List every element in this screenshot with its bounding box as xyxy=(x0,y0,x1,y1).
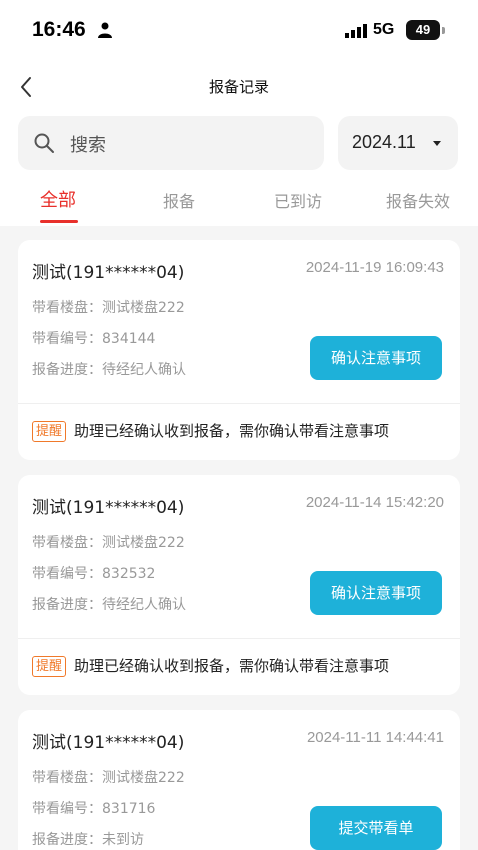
record-client-name: 测试(191******04) xyxy=(32,733,185,753)
progress-label: 报备进度： xyxy=(32,362,102,378)
reminder-text: 助理已经确认收到报备，需你确认带看注意事项 xyxy=(74,422,390,440)
caret-down-icon xyxy=(433,141,441,146)
record-progress: 报备进度：待经纪人确认 xyxy=(32,359,186,379)
reminder-text: 助理已经确认收到报备，需你确认带看注意事项 xyxy=(74,657,390,675)
battery-indicator: 49 xyxy=(406,20,440,40)
record-estate: 带看楼盘：测试楼盘222 xyxy=(32,297,185,317)
code-label: 带看编号： xyxy=(32,331,102,347)
search-placeholder: 搜索 xyxy=(70,135,106,156)
active-tab-indicator xyxy=(40,220,78,223)
card-divider xyxy=(18,403,460,404)
progress-value: 待经纪人确认 xyxy=(102,597,186,613)
header: 16:46 5G 49 报备记录 搜索 2024.11 全部 报备 已到访 报备… xyxy=(0,0,478,226)
nav-bar: 报备记录 xyxy=(0,62,478,112)
confirm-notes-button[interactable]: 确认注意事项 xyxy=(310,336,442,380)
record-progress: 报备进度：未到访 xyxy=(32,829,144,849)
reminder-tag: 提醒 xyxy=(32,656,67,677)
battery-tip xyxy=(442,27,445,34)
tab-all[interactable]: 全部 xyxy=(40,186,76,212)
code-label: 带看编号： xyxy=(32,566,102,582)
card-divider xyxy=(18,638,460,639)
estate-label: 带看楼盘： xyxy=(32,770,102,786)
code-value: 834144 xyxy=(102,331,156,347)
reminder-tag: 提醒 xyxy=(32,421,67,442)
estate-label: 带看楼盘： xyxy=(32,300,102,316)
status-time: 16:46 xyxy=(32,18,86,41)
network-type: 5G xyxy=(373,21,395,38)
record-card[interactable]: 测试(191******04) 2024-11-14 15:42:20 带看楼盘… xyxy=(18,475,460,695)
record-code: 带看编号：832532 xyxy=(32,563,155,583)
code-value: 832532 xyxy=(102,566,156,582)
record-estate: 带看楼盘：测试楼盘222 xyxy=(32,767,185,787)
progress-value: 待经纪人确认 xyxy=(102,362,186,378)
filter-row: 搜索 2024.11 xyxy=(0,112,478,182)
code-value: 831716 xyxy=(102,801,156,817)
month-value: 2024.11 xyxy=(352,132,416,152)
record-card[interactable]: 测试(191******04) 2024-11-11 14:44:41 带看楼盘… xyxy=(18,710,460,850)
tab-expired[interactable]: 报备失效 xyxy=(386,188,450,212)
tab-report[interactable]: 报备 xyxy=(163,188,195,212)
submit-visit-form-button[interactable]: 提交带看单 xyxy=(310,806,442,850)
estate-label: 带看楼盘： xyxy=(32,535,102,551)
estate-value: 测试楼盘222 xyxy=(102,535,185,551)
record-card[interactable]: 测试(191******04) 2024-11-19 16:09:43 带看楼盘… xyxy=(18,240,460,460)
tab-bar: 全部 报备 已到访 报备失效 xyxy=(0,182,478,226)
record-progress: 报备进度：待经纪人确认 xyxy=(32,594,186,614)
record-time: 2024-11-19 16:09:43 xyxy=(305,259,444,276)
record-code: 带看编号：831716 xyxy=(32,798,155,818)
page-title: 报备记录 xyxy=(208,78,269,96)
search-input[interactable]: 搜索 xyxy=(18,116,324,170)
signal-icon xyxy=(345,24,367,38)
confirm-notes-button[interactable]: 确认注意事项 xyxy=(310,571,442,615)
search-icon xyxy=(34,133,54,153)
person-icon xyxy=(98,22,112,38)
record-time: 2024-11-11 14:44:41 xyxy=(306,729,444,746)
status-bar: 16:46 5G 49 xyxy=(0,0,478,62)
record-code: 带看编号：834144 xyxy=(32,328,155,348)
code-label: 带看编号： xyxy=(32,801,102,817)
record-client-name: 测试(191******04) xyxy=(32,263,185,283)
estate-value: 测试楼盘222 xyxy=(102,770,185,786)
estate-value: 测试楼盘222 xyxy=(102,300,185,316)
record-client-name: 测试(191******04) xyxy=(32,498,185,518)
progress-value: 未到访 xyxy=(102,832,144,848)
reminder-row: 提醒 助理已经确认收到报备，需你确认带看注意事项 xyxy=(32,655,389,677)
month-selector[interactable]: 2024.11 xyxy=(338,116,458,170)
tab-visited[interactable]: 已到访 xyxy=(274,188,322,212)
progress-label: 报备进度： xyxy=(32,597,102,613)
record-time: 2024-11-14 15:42:20 xyxy=(305,494,444,511)
progress-label: 报备进度： xyxy=(32,832,102,848)
reminder-row: 提醒 助理已经确认收到报备，需你确认带看注意事项 xyxy=(32,420,389,442)
record-estate: 带看楼盘：测试楼盘222 xyxy=(32,532,185,552)
